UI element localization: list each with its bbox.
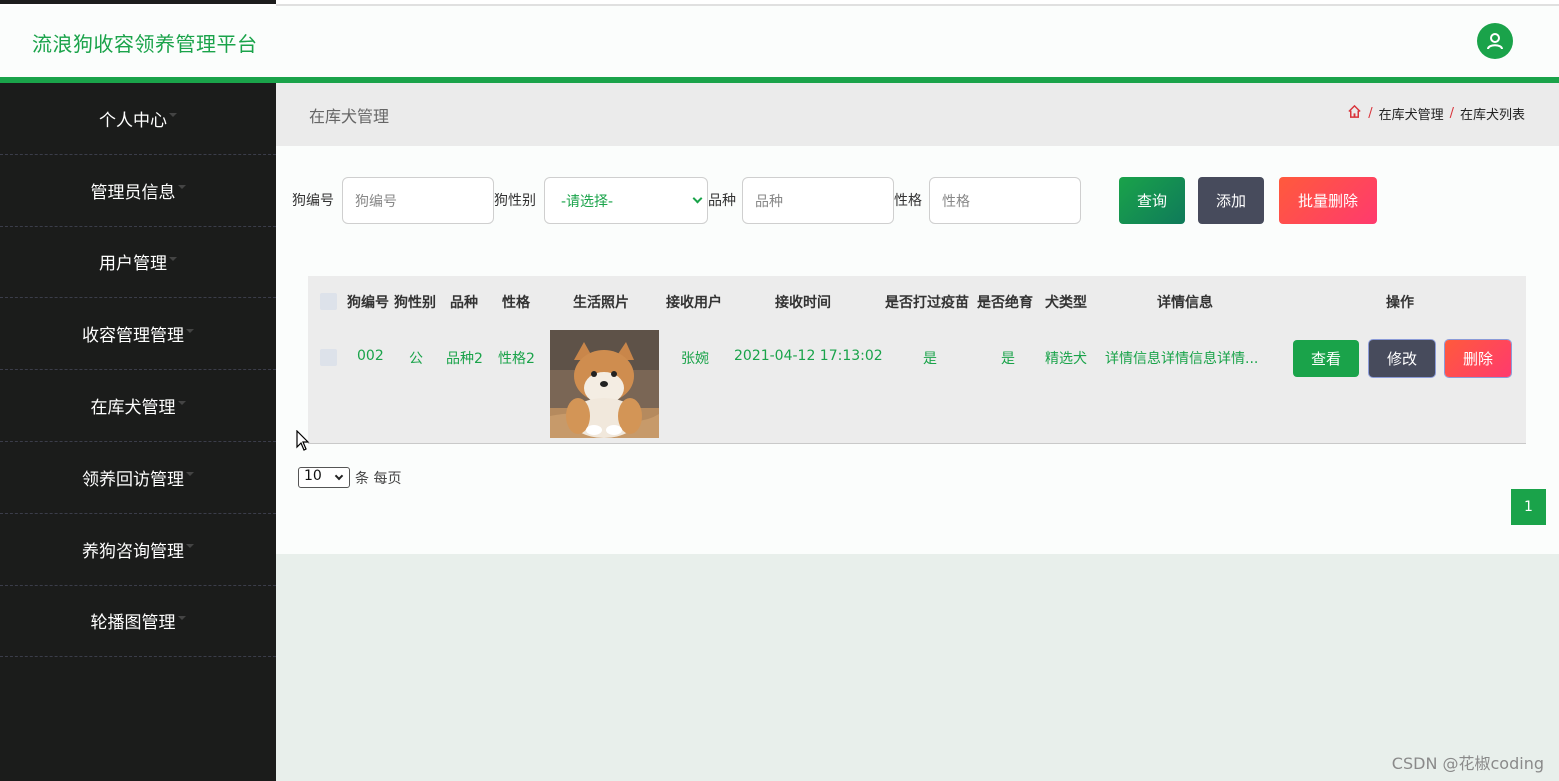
column-header: 详情信息 <box>1157 295 1213 311</box>
add-button[interactable]: 添加 <box>1198 177 1264 224</box>
view-button[interactable]: 查看 <box>1293 340 1359 377</box>
sidebar-item-label: 用户管理 <box>99 254 167 275</box>
sidebar-item-dogs[interactable]: 在库犬管理 <box>0 370 276 442</box>
column-header: 接收时间 <box>775 295 831 311</box>
dog-no-label: 狗编号 <box>292 193 334 209</box>
home-icon[interactable] <box>1347 104 1362 123</box>
chevron-down-icon <box>692 193 703 204</box>
mouse-cursor-icon <box>296 429 310 456</box>
column-header: 生活照片 <box>573 295 629 311</box>
sidebar-item-label: 收容管理管理 <box>82 326 184 347</box>
app-title: 流浪狗收容领养管理平台 <box>32 32 258 56</box>
sidebar-item-users[interactable]: 用户管理 <box>0 227 276 299</box>
column-header: 犬类型 <box>1045 295 1087 311</box>
sidebar-item-label: 养狗咨询管理 <box>82 541 184 562</box>
temper-input[interactable]: 性格 <box>929 177 1081 224</box>
caret-down-icon <box>186 472 194 477</box>
sidebar-item-label: 领养回访管理 <box>82 469 184 490</box>
content-panel: 狗编号 狗编号 狗性别 -请选择- 品种 品种 性格 性格 查询 添加 批量删除… <box>276 146 1559 554</box>
page-size-value: 10 <box>304 468 322 484</box>
caret-down-icon <box>177 400 186 405</box>
breadcrumb: / 在库犬管理 / 在库犬列表 <box>1347 104 1525 123</box>
caret-down-icon <box>169 113 177 118</box>
batch-delete-button[interactable]: 批量删除 <box>1279 177 1377 224</box>
chevron-down-icon <box>334 471 344 481</box>
sidebar-item-admin[interactable]: 管理员信息 <box>0 155 276 227</box>
caret-down-icon <box>186 544 194 549</box>
column-header: 狗性别 <box>394 295 436 311</box>
temper-label: 性格 <box>894 193 922 209</box>
per-page-text: 条 每页 <box>355 471 402 487</box>
column-header: 是否绝育 <box>977 295 1033 311</box>
column-header: 是否打过疫苗 <box>885 295 969 311</box>
cell-dog-no: 002 <box>357 348 384 364</box>
column-header: 操作 <box>1386 295 1414 311</box>
user-avatar-icon[interactable] <box>1477 23 1513 59</box>
gender-label: 狗性别 <box>494 193 536 209</box>
breadcrumb-item[interactable]: 在库犬管理 <box>1379 104 1444 123</box>
breadcrumb-separator: / <box>1368 106 1373 121</box>
cell-temper: 性格2 <box>498 351 535 367</box>
cell-time: 2021-04-12 17:13:02 <box>734 348 883 364</box>
cell-type: 精选犬 <box>1045 351 1087 367</box>
page-title: 在库犬管理 <box>309 107 390 126</box>
gender-select[interactable]: -请选择- <box>544 177 708 224</box>
page-button-current[interactable]: 1 <box>1511 489 1546 525</box>
caret-down-icon <box>177 615 186 620</box>
sidebar-item-carousel[interactable]: 轮播图管理 <box>0 586 276 658</box>
top-strip-dark <box>0 0 276 4</box>
gender-select-value: -请选择- <box>561 193 614 210</box>
edit-button[interactable]: 修改 <box>1369 340 1435 377</box>
data-table: 狗编号 狗性别 品种 性格 生活照片 接收用户 接收时间 是否打过疫苗 是否绝育… <box>308 276 1526 444</box>
column-header: 品种 <box>450 295 478 311</box>
cell-neutered: 是 <box>1001 351 1015 367</box>
dog-photo <box>550 330 659 438</box>
sidebar-item-label: 轮播图管理 <box>90 613 176 634</box>
cell-breed: 品种2 <box>446 351 483 367</box>
sidebar-item-profile[interactable]: 个人中心 <box>0 83 276 155</box>
dog-no-input[interactable]: 狗编号 <box>342 177 494 224</box>
header: 流浪狗收容领养管理平台 <box>0 6 1559 77</box>
cell-vaccinated: 是 <box>923 351 937 367</box>
caret-down-icon <box>169 256 177 261</box>
page-header-bar: 在库犬管理 / 在库犬管理 / 在库犬列表 <box>276 83 1559 146</box>
breed-label: 品种 <box>708 193 736 209</box>
caret-down-icon <box>186 328 194 333</box>
sidebar-item-shelter[interactable]: 收容管理管理 <box>0 298 276 371</box>
delete-button[interactable]: 删除 <box>1445 340 1511 377</box>
sidebar-item-consult[interactable]: 养狗咨询管理 <box>0 514 276 586</box>
breadcrumb-item-current: 在库犬列表 <box>1459 108 1525 123</box>
watermark: CSDN @花椒coding <box>1391 754 1544 773</box>
column-header: 接收用户 <box>666 295 722 311</box>
sidebar: 个人中心 管理员信息 用户管理 收容管理管理 在库犬管理 领养回访管理 养狗咨询… <box>0 83 276 781</box>
sidebar-item-label: 管理员信息 <box>90 182 176 203</box>
cell-user: 张婉 <box>681 351 709 367</box>
column-header: 性格 <box>502 295 530 311</box>
select-all-checkbox[interactable] <box>320 293 337 310</box>
query-button[interactable]: 查询 <box>1119 177 1185 224</box>
sidebar-item-followup[interactable]: 领养回访管理 <box>0 442 276 514</box>
caret-down-icon <box>177 185 186 190</box>
sidebar-item-label: 个人中心 <box>99 110 167 131</box>
breed-input[interactable]: 品种 <box>742 177 894 224</box>
page-size-select[interactable]: 10 <box>298 467 350 488</box>
cell-gender: 公 <box>409 351 423 367</box>
row-checkbox[interactable] <box>320 349 337 366</box>
breadcrumb-separator: / <box>1449 106 1454 121</box>
column-header: 狗编号 <box>347 295 389 311</box>
sidebar-item-label: 在库犬管理 <box>90 398 176 419</box>
cell-detail: 详情信息详情信息详情... <box>1105 351 1259 367</box>
